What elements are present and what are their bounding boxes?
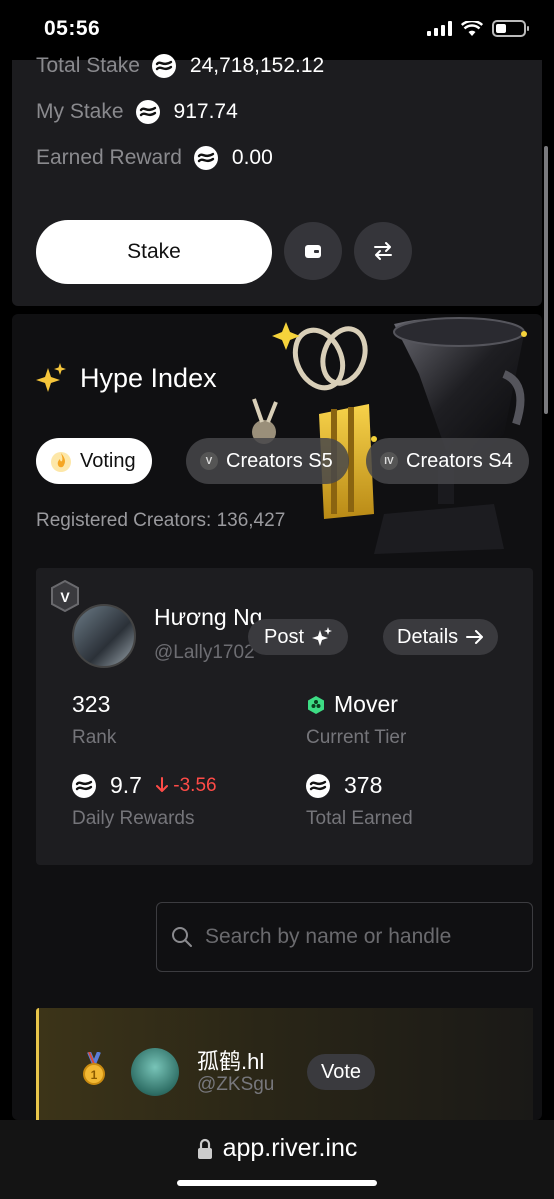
stake-card: Total Stake 24,718,152.12 My Stake 917.7… <box>12 54 542 306</box>
search-icon <box>172 927 192 947</box>
search-box[interactable] <box>156 902 533 972</box>
total-earned-label: Total Earned <box>306 808 413 829</box>
sparkles-icon <box>36 363 66 392</box>
details-button[interactable]: Details <box>383 619 499 655</box>
swap-arrows-icon <box>374 242 392 260</box>
status-icons <box>427 20 529 37</box>
daily-rewards-label: Daily Rewards <box>72 808 195 829</box>
river-token-icon <box>306 773 330 798</box>
tab-creators-s4-label: Creators S4 <box>406 449 513 472</box>
daily-rewards-delta: -3.56 <box>155 774 217 797</box>
river-token-icon <box>193 146 218 170</box>
tier-value-row: Mover <box>306 691 398 718</box>
arrow-down-icon <box>155 776 168 792</box>
wallet-button[interactable] <box>284 222 342 280</box>
status-time: 05:56 <box>44 17 101 40</box>
cellular-signal-icon <box>427 21 452 36</box>
rank-value: 323 <box>72 691 111 717</box>
vote-button[interactable]: Vote <box>307 1054 376 1090</box>
mover-tier-icon <box>308 695 324 714</box>
gold-medal-icon: 1 <box>83 1052 105 1085</box>
my-creator-card: V Hương Ng @Lally1702 Post Details 323 R… <box>36 568 533 865</box>
season-badge-icon: V <box>200 452 218 470</box>
leaderboard-name: 孤鹤.hl <box>197 1049 265 1074</box>
daily-rewards-row: 9.7 -3.56 <box>72 772 217 799</box>
browser-address-bar[interactable]: app.river.inc <box>0 1120 554 1199</box>
earned-reward-label: Earned Reward <box>36 146 182 169</box>
stake-button[interactable]: Stake <box>36 220 272 284</box>
tab-creators-s5[interactable]: V Creators S5 <box>186 438 349 484</box>
swap-button[interactable] <box>354 222 412 280</box>
post-button[interactable]: Post <box>248 619 349 655</box>
river-token-icon <box>151 54 176 78</box>
river-token-icon <box>135 100 160 124</box>
arrow-right-icon <box>466 630 484 644</box>
scrollbar[interactable] <box>544 146 548 414</box>
registered-creators-count: Registered Creators: 136,427 <box>36 510 286 531</box>
tab-voting[interactable]: Voting <box>36 438 152 484</box>
flame-icon <box>51 452 71 472</box>
my-stake-row: My Stake 917.74 <box>36 100 238 124</box>
tab-creators-s4[interactable]: IV Creators S4 <box>366 438 529 484</box>
url-text: app.river.inc <box>222 1134 358 1162</box>
my-stake-value: 917.74 <box>173 100 238 123</box>
battery-icon <box>492 20 529 37</box>
river-token-icon <box>72 773 96 798</box>
daily-rewards-delta-value: -3.56 <box>173 774 217 796</box>
total-earned-value: 378 <box>344 772 383 798</box>
creator-handle: @Lally1702 <box>154 642 255 663</box>
post-button-label: Post <box>264 625 305 648</box>
total-stake-value: 24,718,152.12 <box>189 54 325 77</box>
season-v-badge-icon: V <box>51 580 79 612</box>
lock-icon <box>197 1138 212 1159</box>
my-stake-label: My Stake <box>36 100 124 123</box>
sparkle-icon <box>312 627 333 646</box>
rank-label: Rank <box>72 727 117 748</box>
tier-value: Mover <box>334 691 398 717</box>
earned-reward-row: Earned Reward 0.00 <box>36 146 273 170</box>
wifi-icon <box>461 20 483 36</box>
hype-index-title: Hype Index <box>80 362 217 393</box>
hype-index-header: Hype Index <box>36 362 217 394</box>
creator-name: Hương Ng <box>154 604 263 630</box>
earned-reward-value: 0.00 <box>231 146 273 169</box>
home-indicator[interactable] <box>177 1180 377 1186</box>
svg-text:1: 1 <box>91 1068 98 1082</box>
status-bar: 05:56 <box>0 0 554 60</box>
hype-index-section: Hype Index Voting V Creators S5 IV Creat… <box>12 314 542 1120</box>
total-stake-label: Total Stake <box>36 54 140 77</box>
leaderboard-handle: @ZKSgu <box>197 1074 275 1095</box>
leaderboard-avatar[interactable] <box>131 1048 179 1096</box>
season-badge-icon: IV <box>380 452 398 470</box>
daily-rewards-value: 9.7 <box>110 772 142 798</box>
tab-voting-label: Voting <box>80 449 136 472</box>
total-earned-row: 378 <box>306 772 382 799</box>
tier-label: Current Tier <box>306 727 407 748</box>
tab-creators-s5-label: Creators S5 <box>226 449 333 472</box>
url-display[interactable]: app.river.inc <box>0 1134 554 1163</box>
details-button-label: Details <box>397 625 459 648</box>
search-input[interactable] <box>205 925 525 949</box>
svg-text:V: V <box>60 589 70 605</box>
creator-avatar[interactable] <box>72 604 136 668</box>
leaderboard-row[interactable]: 1 孤鹤.hl @ZKSgu Vote <box>36 1008 533 1120</box>
total-stake-row: Total Stake 24,718,152.12 <box>36 54 324 78</box>
wallet-icon <box>305 245 321 258</box>
